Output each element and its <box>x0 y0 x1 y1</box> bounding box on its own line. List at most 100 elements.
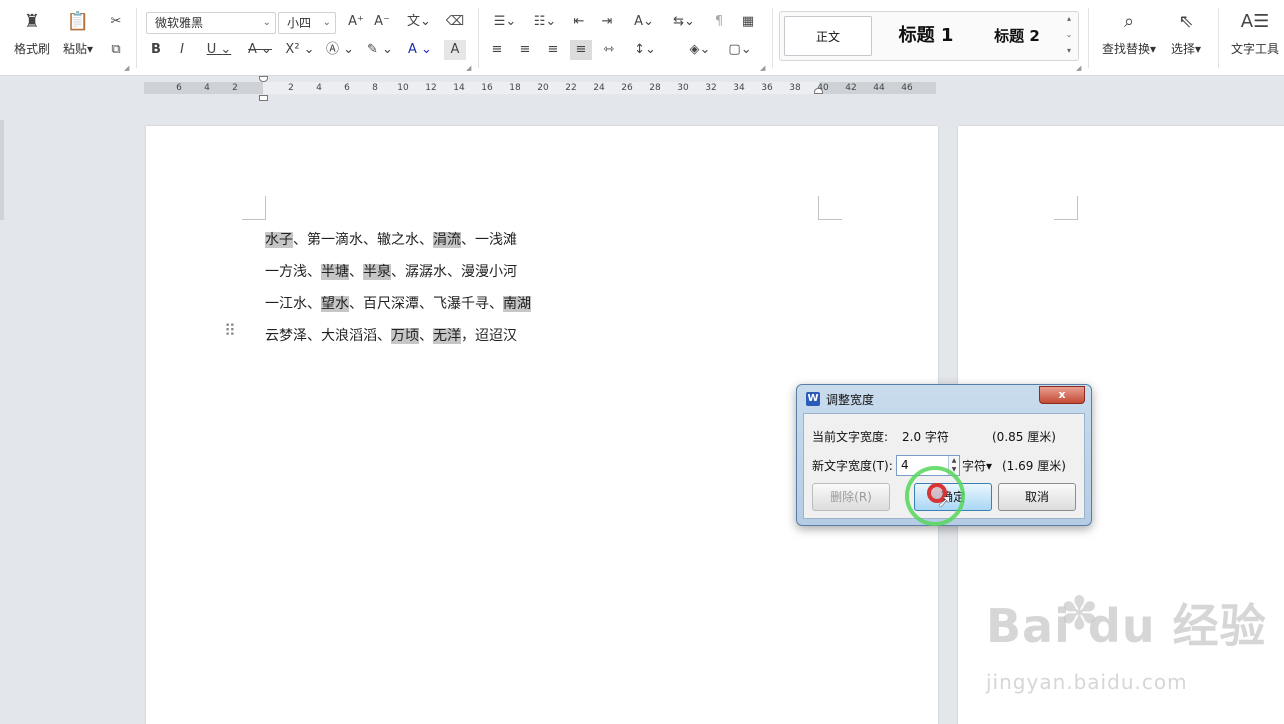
line-spacing-icon[interactable]: ↕⌄ <box>628 40 662 60</box>
highlighted-text: 涓流 <box>433 232 461 248</box>
dialog-title: 调整宽度 <box>826 393 875 407</box>
text-tools-icon: A☰ <box>1240 11 1270 32</box>
copy-icon[interactable]: ⧉ <box>104 40 128 60</box>
decrease-indent-icon[interactable]: ⇤ <box>568 12 590 32</box>
bold-icon[interactable]: B <box>146 40 166 60</box>
font-color-icon[interactable]: A ⌄ <box>404 40 436 60</box>
current-width-label: 当前文字宽度: <box>812 430 889 444</box>
numbering-icon[interactable]: ☷⌄ <box>528 12 562 32</box>
close-button[interactable]: x <box>1039 386 1085 404</box>
ruler-tick-label: 18 <box>509 83 521 93</box>
ruler-tick-label: 6 <box>344 83 350 93</box>
crop-mark <box>242 196 266 220</box>
bullets-icon[interactable]: ☰⌄ <box>488 12 522 32</box>
phonetic-guide-icon[interactable]: 文⌄ <box>402 12 436 32</box>
ruler-tick-label: 26 <box>621 83 633 93</box>
document-line[interactable]: 水子、第一滴水、辙之水、涓流、一浅滩 <box>265 224 517 256</box>
dialog-titlebar[interactable]: W 调整宽度 x <box>797 385 1091 411</box>
delete-button[interactable]: 删除(R) <box>812 483 890 511</box>
text-effect-icon[interactable]: Ⓐ ⌄ <box>324 40 356 60</box>
new-width-label: 新文字宽度(T): <box>812 459 893 473</box>
paragraph-drag-handle-icon[interactable]: ⠿ <box>224 323 236 339</box>
ruler-tick-label: 42 <box>845 83 857 93</box>
sort-icon[interactable]: ⇆⌄ <box>668 12 700 32</box>
highlighted-text: 无洋 <box>433 328 461 344</box>
strikethrough-icon[interactable]: A ⌄ <box>244 40 276 60</box>
paragraph-launcher-icon[interactable]: ◢ <box>760 64 765 72</box>
document-line[interactable]: 云梦泽、大浪滔滔、万顷、无洋，迢迢汉 <box>265 320 517 352</box>
increase-indent-icon[interactable]: ⇥ <box>596 12 618 32</box>
scroll-down-icon[interactable]: ⌄ <box>1063 30 1075 39</box>
ruler-tick-label: 30 <box>677 83 689 93</box>
current-width-cm: (0.85 厘米) <box>992 430 1056 444</box>
borders-icon[interactable]: ▢⌄ <box>724 40 756 60</box>
find-replace-button[interactable]: ⌕ 查找替换▾ <box>1098 10 1160 57</box>
font-size-select[interactable]: 小四 ⌄ <box>278 12 336 34</box>
divider <box>136 8 137 68</box>
format-painter-button[interactable]: ♜ 格式刷 <box>10 10 54 57</box>
clear-format-icon[interactable]: ⌫ <box>444 12 466 32</box>
align-left-icon[interactable]: ≡ <box>486 40 508 60</box>
divider <box>772 8 773 68</box>
highlight-icon[interactable]: ✎ ⌄ <box>364 40 396 60</box>
font-launcher-icon[interactable]: ◢ <box>466 64 471 72</box>
current-width-value: 2.0 字符 <box>902 430 949 444</box>
shading-icon[interactable]: ◈⌄ <box>684 40 716 60</box>
chevron-down-icon: ⌄ <box>322 17 331 28</box>
ruler-tick-label: 4 <box>204 83 210 93</box>
style-heading-2[interactable]: 标题 2 <box>978 16 1056 56</box>
ruler-tick-label: 24 <box>593 83 605 93</box>
table-lines-icon[interactable]: ▦ <box>736 12 760 32</box>
right-indent-marker[interactable] <box>814 88 823 94</box>
show-marks-icon[interactable]: ¶ <box>708 12 730 32</box>
select-button[interactable]: ⇖ 选择▾ <box>1166 10 1206 57</box>
left-indent-marker[interactable] <box>259 95 268 101</box>
justify-icon[interactable]: ≡ <box>570 40 592 60</box>
scroll-up-icon[interactable]: ▴ <box>1063 14 1075 23</box>
style-heading-1[interactable]: 标题 1 <box>880 16 972 56</box>
document-line[interactable]: 一江水、望水、百尺深潭、飞瀑千寻、南湖 <box>265 288 531 320</box>
text-tools-button[interactable]: A☰ 文字工具 <box>1226 10 1284 57</box>
new-width-cm: (1.69 厘米) <box>1002 459 1066 473</box>
unit-select[interactable]: 字符▾ <box>962 457 992 474</box>
cancel-button[interactable]: 取消 <box>998 483 1076 511</box>
ruler-tick-label: 22 <box>565 83 577 93</box>
styles-launcher-icon[interactable]: ◢ <box>1076 64 1081 72</box>
highlighted-text: 万顷 <box>391 328 419 344</box>
pointer-icon: ⇖ <box>1178 11 1194 32</box>
italic-icon[interactable]: I <box>172 40 192 60</box>
superscript-icon[interactable]: X² ⌄ <box>284 40 316 60</box>
style-normal[interactable]: 正文 <box>784 16 872 56</box>
ruler-tick-label: 12 <box>425 83 437 93</box>
document-line[interactable]: 一方浅、半塘、半泉、潺潺水、漫漫小河 <box>265 256 517 288</box>
ruler-tick-label: 10 <box>397 83 409 93</box>
text-run: 一方浅、 <box>265 264 321 280</box>
grow-font-icon[interactable]: A⁺ <box>346 12 366 32</box>
clipboard-launcher-icon[interactable]: ◢ <box>124 64 129 72</box>
char-shading-icon[interactable]: A <box>444 40 466 60</box>
text-run: 云梦泽、大浪滔滔、 <box>265 328 391 344</box>
text-run: 、第一滴水、辙之水、 <box>293 232 433 248</box>
ruler-tick-label: 2 <box>232 83 238 93</box>
text-run: 、 <box>349 264 363 280</box>
text-run: ，迢迢汉 <box>461 328 517 344</box>
ruler-tick-label: 46 <box>901 83 913 93</box>
paste-button[interactable]: 📋 粘贴▾ <box>58 10 98 57</box>
crop-mark <box>1054 196 1078 220</box>
ruler-tick-label: 44 <box>873 83 885 93</box>
text-direction-icon[interactable]: A⌄ <box>626 12 662 32</box>
underline-icon[interactable]: U ⌄ <box>202 40 236 60</box>
ruler-tick-label: 36 <box>761 83 773 93</box>
distribute-icon[interactable]: ⇿ <box>598 40 620 60</box>
ruler-tick-label: 28 <box>649 83 661 93</box>
shrink-font-icon[interactable]: A⁻ <box>372 12 392 32</box>
text-run: 、一浅滩 <box>461 232 517 248</box>
more-styles-icon[interactable]: ▾ <box>1063 46 1075 55</box>
mouse-pointer-icon: ➚ <box>937 491 953 512</box>
cut-icon[interactable]: ✂ <box>104 12 128 32</box>
text-run: 一江水、 <box>265 296 321 312</box>
horizontal-ruler[interactable]: 6 4 2 2 4 6 8 10 12 14 16 18 20 22 24 26 28 30 32 34 36 38 40 4… <box>144 76 936 101</box>
align-center-icon[interactable]: ≡ <box>514 40 536 60</box>
align-right-icon[interactable]: ≡ <box>542 40 564 60</box>
font-name-select[interactable]: 微软雅黑 ⌄ <box>146 12 276 34</box>
